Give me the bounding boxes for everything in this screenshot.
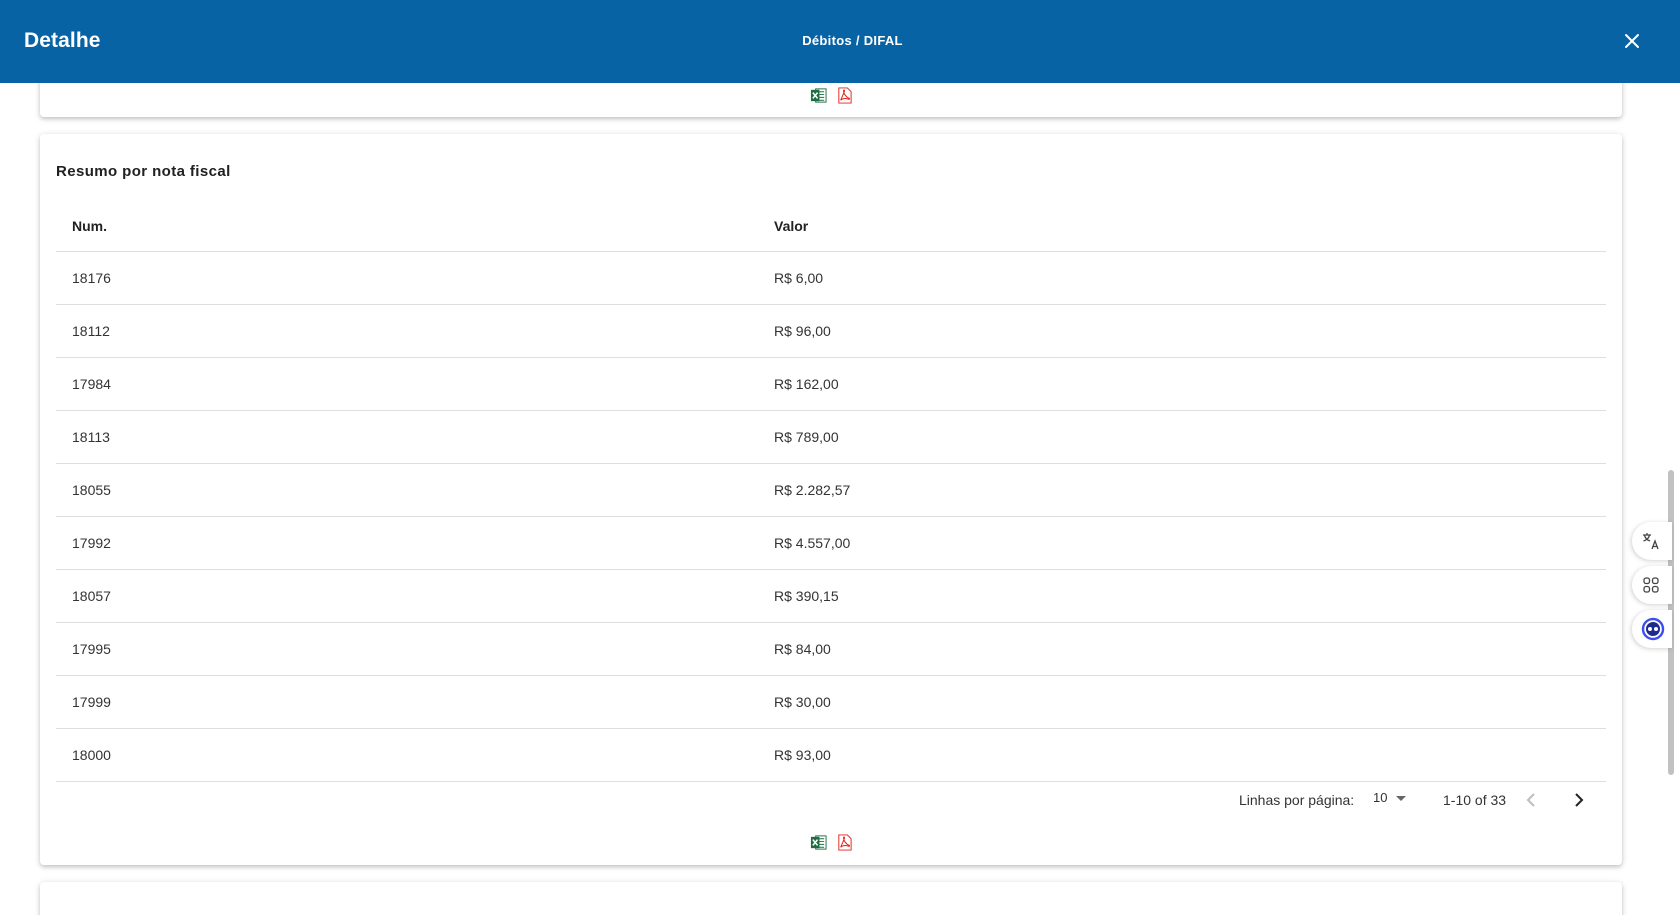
cell-valor: R$ 30,00 (774, 694, 831, 710)
breadcrumb: Débitos / DIFAL (802, 33, 903, 48)
table-row[interactable]: 18055 R$ 2.282,57 (56, 464, 1606, 517)
table-row[interactable]: 18176 R$ 6,00 (56, 252, 1606, 305)
next-card (40, 882, 1622, 915)
cell-valor: R$ 93,00 (774, 747, 831, 763)
table-header: Num. Valor (56, 200, 1606, 252)
cell-num: 17984 (72, 376, 111, 392)
assistant-icon (1641, 617, 1665, 641)
cell-num: 17992 (72, 535, 111, 551)
cell-valor: R$ 162,00 (774, 376, 839, 392)
rows-per-page-value: 10 (1373, 790, 1388, 805)
table-row[interactable]: 17992 R$ 4.557,00 (56, 517, 1606, 570)
table-row[interactable]: 17984 R$ 162,00 (56, 358, 1606, 411)
excel-icon[interactable] (810, 87, 827, 104)
table-row[interactable]: 18112 R$ 96,00 (56, 305, 1606, 358)
column-header-num[interactable]: Num. (56, 218, 774, 234)
table-row[interactable]: 18000 R$ 93,00 (56, 729, 1606, 782)
cell-num: 18176 (72, 270, 111, 286)
apps-icon (1643, 577, 1659, 593)
invoice-table: Num. Valor 18176 R$ 6,00 18112 R$ 96,00 … (56, 200, 1606, 782)
close-icon[interactable] (1620, 29, 1644, 53)
app-header: Detalhe Débitos / DIFAL (0, 0, 1680, 83)
invoice-summary-card: Resumo por nota fiscal Num. Valor 18176 … (40, 134, 1622, 865)
assistant-tool-button[interactable] (1632, 610, 1672, 648)
translate-icon (1643, 533, 1659, 550)
cell-valor: R$ 84,00 (774, 641, 831, 657)
chevron-right-icon[interactable] (1567, 788, 1591, 812)
rows-per-page-label: Linhas por página: (1239, 792, 1355, 808)
caret-down-icon (1396, 795, 1407, 801)
pdf-icon[interactable] (836, 87, 853, 104)
table-row[interactable]: 17995 R$ 84,00 (56, 623, 1606, 676)
excel-icon[interactable] (810, 834, 827, 851)
table-row[interactable]: 17999 R$ 30,00 (56, 676, 1606, 729)
pdf-icon[interactable] (836, 834, 853, 851)
chevron-left-icon[interactable] (1519, 788, 1543, 812)
table-pagination: Linhas por página: 10 1-10 of 33 (40, 788, 1622, 812)
cell-num: 18057 (72, 588, 111, 604)
export-buttons (40, 834, 1622, 851)
cell-valor: R$ 4.557,00 (774, 535, 851, 551)
cell-num: 18055 (72, 482, 111, 498)
translate-tool-button[interactable] (1632, 522, 1672, 560)
column-header-valor[interactable]: Valor (774, 218, 1606, 234)
cell-valor: R$ 96,00 (774, 323, 831, 339)
cell-valor: R$ 6,00 (774, 270, 824, 286)
cell-num: 17995 (72, 641, 111, 657)
cell-num: 18112 (72, 323, 110, 339)
cell-num: 18000 (72, 747, 111, 763)
apps-tool-button[interactable] (1632, 566, 1672, 604)
table-row[interactable]: 18113 R$ 789,00 (56, 411, 1606, 464)
cell-valor: R$ 390,15 (774, 588, 839, 604)
cell-valor: R$ 789,00 (774, 429, 839, 445)
page-range: 1-10 of 33 (1443, 792, 1507, 808)
section-title: Resumo por nota fiscal (56, 163, 231, 180)
table-row[interactable]: 18057 R$ 390,15 (56, 570, 1606, 623)
export-buttons (40, 87, 1622, 104)
cell-valor: R$ 2.282,57 (774, 482, 851, 498)
rows-per-page-select[interactable]: 10 (1373, 790, 1407, 805)
cell-num: 18113 (72, 429, 110, 445)
cell-num: 17999 (72, 694, 111, 710)
